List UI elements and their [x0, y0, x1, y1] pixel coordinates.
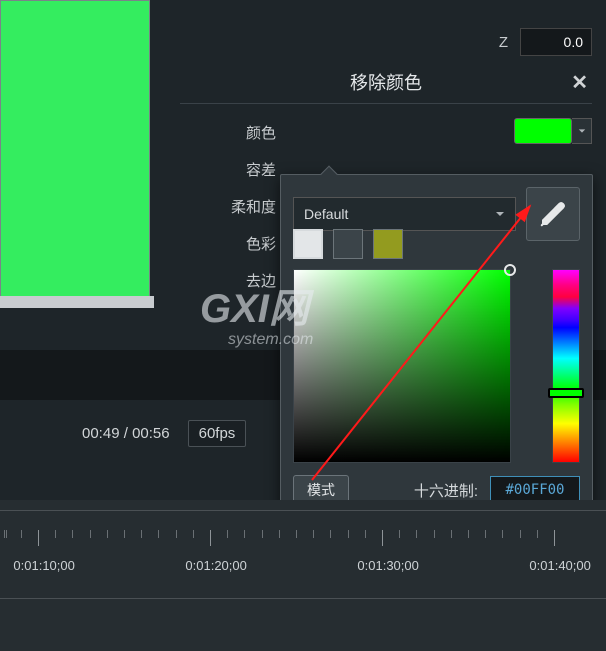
- minor-tick: [313, 530, 314, 538]
- swatch-2[interactable]: [333, 229, 363, 259]
- minor-tick: [158, 530, 159, 538]
- hue-slider[interactable]: [552, 269, 580, 463]
- minor-tick: [244, 530, 245, 538]
- chevron-down-icon: [495, 209, 505, 219]
- timeline[interactable]: 0:01:10;00 0:01:20;00 0:01:30;00 0:01:40…: [0, 500, 606, 651]
- minor-tick: [348, 530, 349, 538]
- minor-tick: [434, 530, 435, 538]
- color-control: [514, 118, 592, 144]
- minor-tick: [502, 530, 503, 538]
- panel-title: 移除颜色: [350, 69, 422, 95]
- minor-tick: [141, 530, 142, 538]
- close-icon[interactable]: ✕: [571, 70, 588, 95]
- hex-label: 十六进制:: [361, 480, 478, 501]
- preset-select-label: Default: [304, 206, 348, 222]
- swatch-row: [293, 229, 403, 259]
- preset-select[interactable]: Default: [293, 197, 516, 231]
- minor-tick: [468, 530, 469, 538]
- hue-handle[interactable]: [548, 388, 584, 398]
- total-time: 00:56: [132, 425, 170, 442]
- tick-label: 0:01:40;00: [529, 558, 590, 573]
- minor-tick: [520, 530, 521, 538]
- minor-tick: [451, 530, 452, 538]
- major-tick: [382, 530, 383, 546]
- popup-arrow: [321, 166, 338, 183]
- preview-bottom-bar: [0, 296, 154, 308]
- color-dropdown-button[interactable]: [572, 118, 592, 144]
- minor-tick: [399, 530, 400, 538]
- tick-label: 0:01:20;00: [185, 558, 246, 573]
- param-labels: 颜色 容差 柔和度 色彩 去边: [210, 122, 276, 291]
- playback-bar: 00:49 / 00:56 60fps: [82, 420, 246, 447]
- param-softness-label: 柔和度: [210, 196, 276, 217]
- sv-handle[interactable]: [504, 264, 516, 276]
- minor-tick: [21, 530, 22, 538]
- minor-tick: [72, 530, 73, 538]
- minor-tick: [6, 530, 7, 538]
- z-value-input[interactable]: [520, 28, 592, 56]
- color-picker-popup: Default 模式 十六进制:: [280, 174, 593, 518]
- minor-tick: [107, 530, 108, 538]
- minor-tick: [124, 530, 125, 538]
- z-transform-field: Z: [499, 28, 592, 56]
- color-swatch-button[interactable]: [514, 118, 572, 144]
- param-defringe-label: 去边: [210, 270, 276, 291]
- eyedropper-icon: [538, 199, 568, 229]
- minor-tick: [262, 530, 263, 538]
- minor-tick: [176, 530, 177, 538]
- param-color-label: 颜色: [210, 122, 276, 143]
- swatch-3[interactable]: [373, 229, 403, 259]
- minor-tick: [416, 530, 417, 538]
- time-display: 00:49 / 00:56: [82, 425, 170, 442]
- effect-panel-header: 移除颜色 ✕: [180, 60, 592, 104]
- minor-tick: [193, 530, 194, 538]
- minor-tick: [330, 530, 331, 538]
- minor-tick: [296, 530, 297, 538]
- minor-tick: [537, 530, 538, 538]
- minor-tick: [55, 530, 56, 538]
- minor-tick: [485, 530, 486, 538]
- z-label: Z: [499, 34, 508, 51]
- minor-tick: [90, 530, 91, 538]
- swatch-1[interactable]: [293, 229, 323, 259]
- chevron-down-icon: [578, 127, 586, 135]
- tick-label: 0:01:10;00: [13, 558, 74, 573]
- timeline-rule: [0, 510, 606, 511]
- minor-tick: [4, 530, 5, 538]
- minor-tick: [227, 530, 228, 538]
- major-tick: [554, 530, 555, 546]
- track-divider: [0, 598, 606, 599]
- major-tick: [38, 530, 39, 546]
- minor-tick: [365, 530, 366, 538]
- saturation-value-area[interactable]: [293, 269, 511, 463]
- tick-label: 0:01:30;00: [357, 558, 418, 573]
- minor-tick: [279, 530, 280, 538]
- eyedropper-button[interactable]: [526, 187, 580, 241]
- major-tick: [210, 530, 211, 546]
- current-time: 00:49: [82, 425, 120, 442]
- video-preview[interactable]: [0, 0, 150, 305]
- param-tolerance-label: 容差: [210, 159, 276, 180]
- fps-display[interactable]: 60fps: [188, 420, 247, 447]
- param-saturation-label: 色彩: [210, 233, 276, 254]
